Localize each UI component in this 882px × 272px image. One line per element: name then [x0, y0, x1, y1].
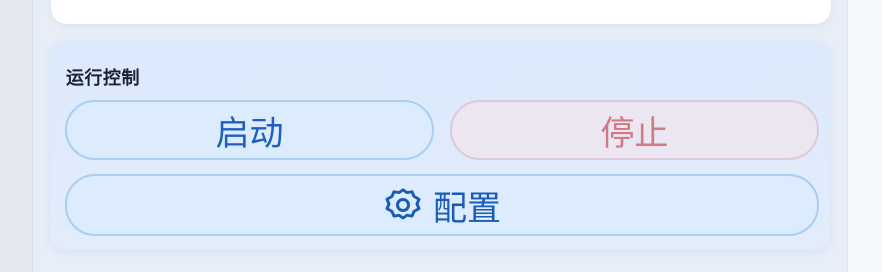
config-button[interactable]: 配置: [65, 174, 819, 236]
config-button-label: 配置: [433, 188, 501, 229]
right-sidebar: [847, 0, 882, 272]
gear-icon: [383, 185, 423, 225]
previous-card: [51, 0, 831, 24]
stop-button-label: 停止: [600, 113, 669, 154]
run-control-panel: 运行控制 启动 停止 配置: [50, 42, 830, 250]
main-content: 运行控制 启动 停止 配置: [33, 0, 847, 272]
section-title: 运行控制: [66, 68, 140, 89]
stop-button[interactable]: 停止: [450, 100, 819, 160]
app-window: 运行控制 启动 停止 配置: [0, 0, 882, 272]
left-sidebar: [0, 0, 33, 272]
start-button-label: 启动: [215, 113, 284, 154]
start-button[interactable]: 启动: [65, 100, 434, 160]
